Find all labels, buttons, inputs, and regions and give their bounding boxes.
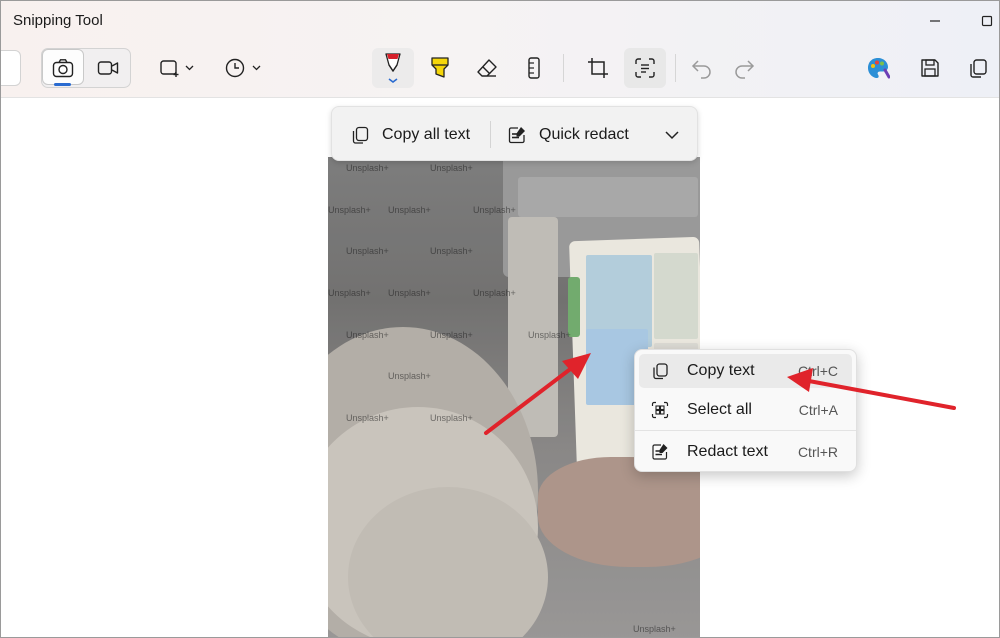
copy-button[interactable]: [957, 48, 999, 88]
watermark-text: Unsplash+: [633, 624, 676, 634]
menu-item-label: Select all: [687, 401, 752, 418]
undo-icon: [691, 60, 711, 79]
redact-icon: [508, 126, 525, 143]
snip-shape-dropdown[interactable]: [154, 48, 202, 88]
copy-icon: [970, 59, 987, 78]
copy-all-text-label: Copy all text: [382, 125, 471, 143]
menu-item-copy-text[interactable]: Copy text Ctrl+C: [639, 354, 852, 388]
watermark-text: Unsplash+: [430, 413, 473, 423]
bar-separator: [490, 121, 491, 148]
minimize-button[interactable]: [915, 6, 955, 36]
watermark-text: Unsplash+: [346, 330, 389, 340]
menu-item-label: Redact text: [687, 443, 768, 460]
text-actions-button[interactable]: [624, 48, 666, 88]
save-button[interactable]: [909, 48, 951, 88]
screenshot-mode-icon-wrap[interactable]: [42, 48, 84, 88]
toolbar-separator: [563, 54, 564, 82]
watermark-text: Unsplash+: [328, 205, 371, 215]
menu-item-shortcut: Ctrl+C: [797, 363, 838, 379]
quick-redact-button[interactable]: Quick redact: [507, 107, 629, 162]
menu-separator: [635, 430, 856, 431]
new-snip-button[interactable]: [0, 50, 21, 86]
eraser-icon: [477, 59, 497, 77]
crop-button[interactable]: [577, 48, 619, 88]
watermark-text: Unsplash+: [528, 330, 571, 340]
watermark-text: Unsplash+: [430, 330, 473, 340]
copy-icon: [653, 363, 668, 380]
toolbar-separator: [675, 54, 676, 82]
ruler-icon: [528, 57, 540, 79]
undo-button[interactable]: [681, 48, 723, 88]
video-mode-button[interactable]: [87, 48, 129, 88]
copy-icon: [352, 126, 369, 144]
pen-button[interactable]: [372, 48, 414, 88]
timer-dropdown[interactable]: [221, 48, 269, 88]
camera-icon: [52, 59, 74, 78]
watermark-text: Unsplash+: [346, 413, 389, 423]
ruler-button[interactable]: [513, 48, 555, 88]
watermark-text: Unsplash+: [430, 163, 473, 173]
watermark-text: Unsplash+: [388, 288, 431, 298]
menu-item-shortcut: Ctrl+R: [797, 444, 838, 460]
rectangle-snip-icon: [160, 60, 194, 77]
watermark-text: Unsplash+: [473, 205, 516, 215]
menu-item-label: Copy text: [687, 362, 755, 379]
crop-icon: [588, 58, 608, 78]
quick-redact-label: Quick redact: [539, 125, 629, 143]
highlighter-button[interactable]: [419, 48, 461, 88]
menu-item-redact-text[interactable]: Redact text Ctrl+R: [639, 435, 852, 469]
edit-in-paint-button[interactable]: [857, 48, 899, 88]
new-icon: [0, 51, 2, 85]
video-icon: [97, 61, 119, 75]
pen-icon: [385, 53, 401, 83]
watermark-text: Unsplash+: [346, 163, 389, 173]
watermark-text: Unsplash+: [346, 246, 389, 256]
chevron-down-icon: [665, 130, 679, 139]
redo-icon: [735, 60, 755, 79]
window-title: Snipping Tool: [13, 12, 103, 29]
highlighter-icon: [431, 57, 449, 78]
text-actions-icon: [635, 58, 655, 78]
active-mode-indicator: [54, 83, 71, 86]
context-menu: Copy text Ctrl+C Select all Ctrl+A Redac…: [634, 349, 857, 472]
maximize-icon: [981, 15, 993, 27]
text-actions-bar: Copy all text Quick redact: [331, 106, 698, 161]
more-options-dropdown[interactable]: [657, 107, 687, 162]
maximize-button[interactable]: [967, 6, 999, 36]
watermark-text: Unsplash+: [388, 371, 431, 381]
copy-all-text-button[interactable]: Copy all text: [350, 107, 470, 162]
minimize-icon: [930, 20, 940, 22]
toolbar-divider: [1, 97, 999, 98]
watermark-text: Unsplash+: [328, 288, 371, 298]
redact-icon: [652, 444, 668, 460]
save-icon: [921, 59, 939, 77]
menu-item-shortcut: Ctrl+A: [798, 402, 838, 418]
snipping-tool-window: Snipping Tool Unsplash+ Unsplash+ Unspla…: [0, 0, 1000, 638]
timer-icon: [225, 58, 261, 78]
eraser-button[interactable]: [466, 48, 508, 88]
menu-item-select-all[interactable]: Select all Ctrl+A: [639, 393, 852, 427]
select-all-icon: [651, 401, 669, 419]
redo-button[interactable]: [723, 48, 765, 88]
watermark-text: Unsplash+: [473, 288, 516, 298]
watermark-text: Unsplash+: [388, 205, 431, 215]
paint-icon: [868, 58, 890, 79]
watermark-text: Unsplash+: [430, 246, 473, 256]
